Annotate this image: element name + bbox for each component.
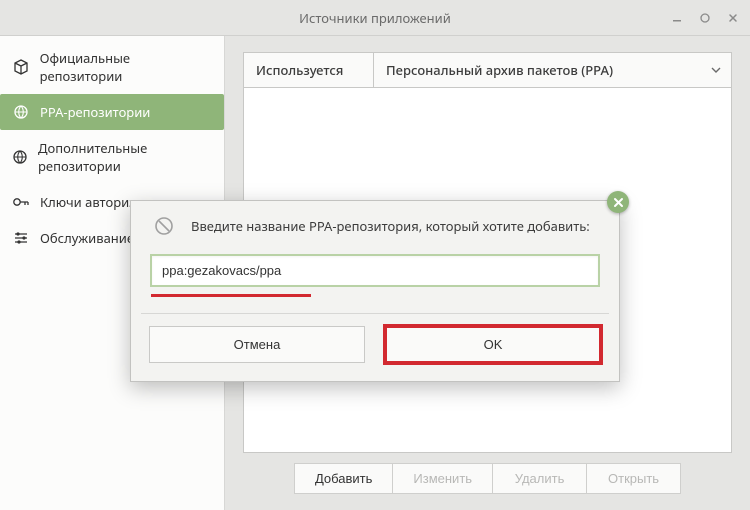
- column-header-name[interactable]: Персональный архив пакетов (PPA): [374, 53, 731, 87]
- close-icon: [727, 12, 739, 24]
- sidebar-item-label: Обслуживание: [40, 229, 134, 247]
- table-header: Используется Персональный архив пакетов …: [243, 52, 732, 88]
- window-controls: [668, 0, 742, 35]
- cancel-button[interactable]: Отмена: [149, 326, 365, 363]
- column-header-name-label: Персональный архив пакетов (PPA): [386, 61, 613, 79]
- box-icon: [12, 59, 30, 75]
- sidebar-item-label: Дополнительные репозитории: [38, 139, 212, 175]
- dialog-input-wrap: [131, 255, 619, 294]
- sidebar-item-additional-repos[interactable]: Дополнительные репозитории: [0, 130, 224, 184]
- maximize-button[interactable]: [696, 9, 714, 27]
- sidebar-item-label: Официальные репозитории: [40, 49, 212, 85]
- key-icon: [12, 195, 30, 209]
- chevron-down-icon: [711, 65, 721, 75]
- dialog-header: Введите название PPA-репозитория, которы…: [131, 201, 619, 255]
- edit-button[interactable]: Изменить: [393, 463, 493, 494]
- close-icon: [613, 197, 624, 208]
- window-title: Источники приложений: [299, 9, 451, 27]
- open-button[interactable]: Открыть: [587, 463, 681, 494]
- close-button[interactable]: [724, 9, 742, 27]
- dialog-close-button[interactable]: [607, 191, 629, 213]
- minimize-button[interactable]: [668, 9, 686, 27]
- prohibit-icon: [153, 215, 175, 237]
- column-header-used[interactable]: Используется: [244, 53, 374, 87]
- dialog-message: Введите название PPA-репозитория, которы…: [191, 217, 590, 235]
- titlebar: Источники приложений: [0, 0, 750, 36]
- add-ppa-dialog: Введите название PPA-репозитория, которы…: [130, 200, 620, 382]
- annotation-underline: [151, 294, 311, 297]
- globe-icon: [12, 149, 28, 165]
- sidebar-item-official-repos[interactable]: Официальные репозитории: [0, 40, 224, 94]
- add-button[interactable]: Добавить: [294, 463, 393, 494]
- ppa-name-input[interactable]: [151, 255, 599, 286]
- ok-button[interactable]: OK: [385, 326, 601, 363]
- maximize-icon: [699, 12, 711, 24]
- sliders-icon: [12, 230, 30, 246]
- delete-button[interactable]: Удалить: [493, 463, 587, 494]
- minimize-icon: [671, 12, 683, 24]
- bottom-toolbar: Добавить Изменить Удалить Открыть: [243, 453, 732, 496]
- dialog-actions: Отмена OK: [131, 326, 619, 381]
- sidebar-item-ppa-repos[interactable]: PPA-репозитории: [0, 94, 224, 130]
- dialog-separator: [141, 313, 609, 314]
- globe-icon: [12, 104, 30, 120]
- sidebar-item-label: PPA-репозитории: [40, 103, 150, 121]
